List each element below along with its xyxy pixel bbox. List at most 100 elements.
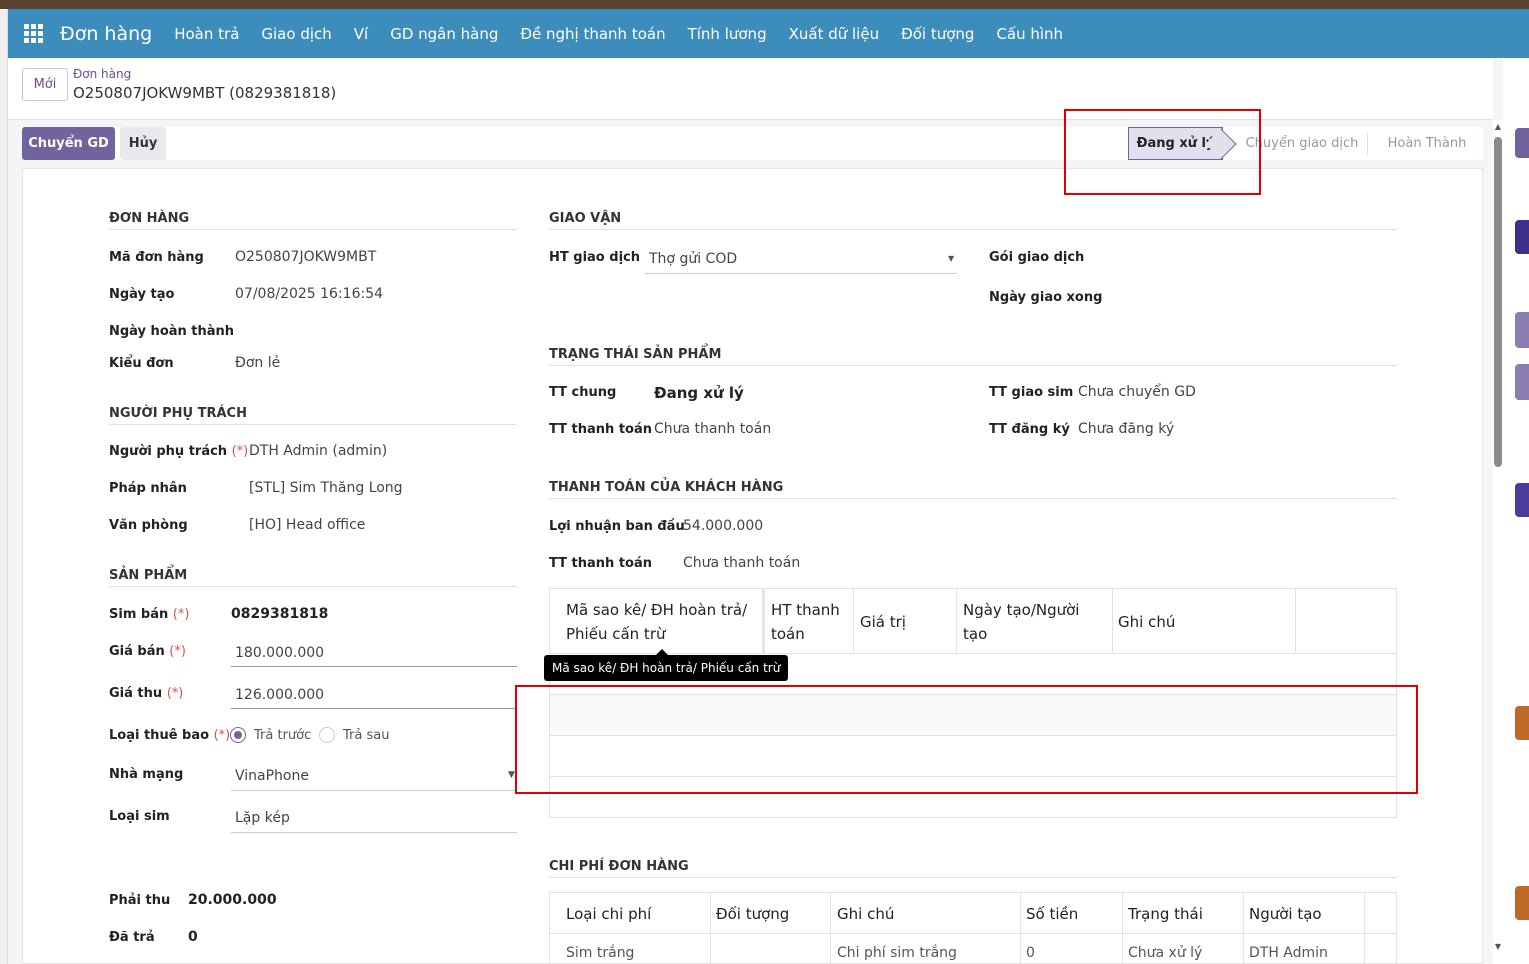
column-resize-handle[interactable] <box>762 588 765 653</box>
section-costs-title: CHI PHÍ ĐƠN HÀNG <box>549 859 689 874</box>
chevron-down-icon[interactable]: ▼ <box>508 770 515 780</box>
side-tab[interactable] <box>1515 128 1529 158</box>
network-label: Nhà mạng <box>109 767 184 782</box>
app-brand[interactable]: Đơn hàng <box>60 23 152 45</box>
customer-payment-status-label: TT thanh toán <box>549 556 653 571</box>
shipping-method-select[interactable]: Thợ gửi COD <box>649 251 737 267</box>
cost-row-amount[interactable]: 0 <box>1026 945 1035 961</box>
vertical-scrollbar[interactable]: ▲ ▼ <box>1493 120 1503 964</box>
col-created[interactable]: Ngày tạo/Người tạo <box>963 598 1103 646</box>
office-value[interactable]: [HO] Head office <box>249 517 365 533</box>
menu-xuat-du-lieu[interactable]: Xuất dữ liệu <box>789 25 880 43</box>
registration-status-value: Chưa đăng ký <box>1078 421 1175 437</box>
legal-entity-label: Pháp nhân <box>109 481 187 496</box>
menu-de-nghi-thanh-toan[interactable]: Đề nghị thanh toán <box>520 25 665 43</box>
table-header-divider <box>549 933 1397 934</box>
responsible-value[interactable]: DTH Admin (admin) <box>249 443 387 459</box>
apps-grid-icon[interactable] <box>24 23 44 44</box>
order-code-label: Mã đơn hàng <box>109 250 204 265</box>
collect-input[interactable]: 126.000.000 <box>235 687 324 703</box>
column-tooltip: Mã sao kê/ ĐH hoàn trả/ Phiếu cấn trừ <box>544 649 789 681</box>
scrollbar-thumb[interactable] <box>1494 137 1502 467</box>
menu-cau-hinh[interactable]: Cấu hình <box>996 25 1063 43</box>
stage-done[interactable]: Hoàn Thành <box>1372 127 1482 160</box>
menu-hoan-tra[interactable]: Hoàn trả <box>174 25 239 43</box>
responsible-label: Người phụ trách (*) <box>109 444 249 459</box>
breadcrumb-current: O250807JOKW9MBT (0829381818) <box>73 84 337 102</box>
order-type-label: Kiểu đơn <box>109 356 174 371</box>
column-divider <box>1364 892 1365 964</box>
shipping-method-label: HT giao dịch <box>549 250 640 265</box>
network-select-underline <box>231 790 517 791</box>
col-payment-method[interactable]: HT thanh toán <box>771 598 851 646</box>
sim-value[interactable]: 0829381818 <box>231 606 328 622</box>
column-divider <box>853 588 854 653</box>
table-header-divider <box>549 653 1397 654</box>
new-button[interactable]: Mới <box>22 68 68 101</box>
column-divider <box>1243 892 1244 964</box>
col-statement-code[interactable]: Mã sao kê/ ĐH hoàn trả/ Phiếu cấn trừ <box>566 598 756 646</box>
menu-giao-dich[interactable]: Giao dịch <box>261 25 331 43</box>
highlight-box-status <box>1064 109 1261 195</box>
postpaid-radio-label[interactable]: Trả sau <box>343 728 389 743</box>
simtype-input-underline <box>231 832 517 833</box>
menu-gd-ngan-hang[interactable]: GD ngân hàng <box>390 25 498 43</box>
package-label: Gói giao dịch <box>989 250 1085 265</box>
collect-input-underline <box>231 708 517 709</box>
general-status-label: TT chung <box>549 385 617 400</box>
side-avatar[interactable] <box>1515 312 1529 348</box>
col-note[interactable]: Ghi chú <box>1118 610 1175 634</box>
menu-doi-tuong[interactable]: Đối tượng <box>901 25 974 43</box>
col-cost-creator[interactable]: Người tạo <box>1249 902 1322 926</box>
cancel-button[interactable]: Hủy <box>120 127 166 160</box>
sim-label: Sim bán (*) <box>109 607 190 622</box>
paid-value: 0 <box>188 929 198 945</box>
delivered-date-label: Ngày giao xong <box>989 290 1103 305</box>
side-tab[interactable] <box>1515 220 1529 254</box>
col-value[interactable]: Giá trị <box>860 610 906 634</box>
right-side-panel <box>1503 58 1529 964</box>
column-divider <box>1295 588 1296 653</box>
cost-row-status[interactable]: Chưa xử lý <box>1128 945 1202 961</box>
transfer-gd-button[interactable]: Chuyển GD <box>22 127 115 160</box>
prepaid-radio[interactable] <box>230 727 246 743</box>
office-label: Văn phòng <box>109 518 188 533</box>
control-panel: Mới Đơn hàng O250807JOKW9MBT (0829381818… <box>8 58 1493 120</box>
side-tab[interactable] <box>1515 483 1529 517</box>
network-select[interactable]: VinaPhone <box>235 768 309 784</box>
col-cost-status[interactable]: Trạng thái <box>1128 902 1203 926</box>
scroll-up-icon[interactable]: ▲ <box>1493 122 1503 131</box>
sim-delivery-status-label: TT giao sim <box>989 385 1074 400</box>
paid-label: Đã trả <box>109 930 155 945</box>
side-avatar[interactable] <box>1515 364 1529 400</box>
prepaid-radio-label[interactable]: Trả trước <box>254 728 311 743</box>
col-cost-amount[interactable]: Số tiền <box>1026 902 1078 926</box>
col-cost-type[interactable]: Loại chi phí <box>566 902 651 926</box>
general-status-value: Đang xử lý <box>654 384 744 402</box>
price-input[interactable]: 180.000.000 <box>235 645 324 661</box>
highlight-box-table <box>515 685 1418 794</box>
side-tab[interactable] <box>1515 886 1529 920</box>
col-cost-object[interactable]: Đối tượng <box>716 902 789 926</box>
column-divider <box>710 892 711 964</box>
menu-vi[interactable]: Ví <box>354 25 368 43</box>
side-tab[interactable] <box>1515 706 1529 740</box>
section-divider <box>109 229 517 230</box>
section-order-title: ĐƠN HÀNG <box>109 211 190 226</box>
cost-row-note[interactable]: Chi phí sim trắng <box>837 945 957 961</box>
section-shipping-title: GIAO VẬN <box>549 211 622 226</box>
column-divider <box>830 892 831 964</box>
section-product-status-title: TRẠNG THÁI SẢN PHẨM <box>549 347 722 362</box>
postpaid-radio[interactable] <box>319 727 335 743</box>
breadcrumb-parent[interactable]: Đơn hàng <box>73 67 131 81</box>
menu-tinh-luong[interactable]: Tính lương <box>688 25 767 43</box>
simtype-input[interactable]: Lặp kép <box>235 810 290 826</box>
legal-entity-value[interactable]: [STL] Sim Thăng Long <box>249 480 403 496</box>
section-product-title: SẢN PHẨM <box>109 568 188 583</box>
cost-row-type[interactable]: Sim trắng <box>566 945 634 961</box>
cost-row-creator[interactable]: DTH Admin <box>1249 945 1328 961</box>
section-divider <box>549 498 1397 499</box>
scroll-down-icon[interactable]: ▼ <box>1493 942 1503 951</box>
col-cost-note[interactable]: Ghi chú <box>837 902 894 926</box>
chevron-down-icon[interactable]: ▼ <box>948 254 954 263</box>
